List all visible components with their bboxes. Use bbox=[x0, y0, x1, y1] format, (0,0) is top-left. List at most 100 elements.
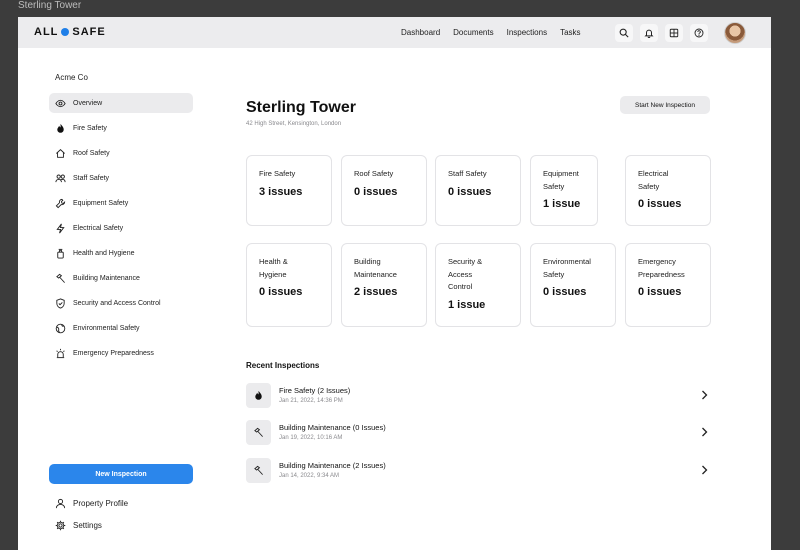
category-card-emergency-preparedness[interactable]: Emergency Preparedness 0 issues bbox=[625, 243, 711, 327]
category-card-environmental-safety[interactable]: Environmental Safety 0 issues bbox=[530, 243, 616, 327]
gear-icon bbox=[55, 520, 66, 531]
nav-dashboard[interactable]: Dashboard bbox=[401, 28, 440, 38]
siren-icon bbox=[56, 348, 65, 358]
sidebar-item-emergency-preparedness[interactable]: Emergency Preparedness bbox=[49, 343, 193, 363]
start-new-inspection-button[interactable]: Start New Inspection bbox=[620, 96, 710, 114]
category-card-equipment-safety[interactable]: Equipment Safety 1 issue bbox=[530, 155, 598, 226]
property-profile-label: Property Profile bbox=[73, 499, 129, 508]
sidebar-item-roof-safety[interactable]: Roof Safety bbox=[49, 143, 193, 163]
sidebar-item-building-maintenance[interactable]: Building Maintenance bbox=[49, 268, 193, 288]
people-icon bbox=[55, 174, 66, 182]
brand-logo[interactable]: ALL SAFE bbox=[34, 26, 106, 38]
sidebar-item-label: Equipment Safety bbox=[73, 199, 129, 207]
card-count: 1 issue bbox=[543, 198, 581, 210]
nav-tasks[interactable]: Tasks bbox=[560, 28, 580, 38]
main-nav: Dashboard Documents Inspections Tasks bbox=[401, 28, 594, 38]
category-card-building-maintenance[interactable]: Building Maintenance 2 issues bbox=[341, 243, 427, 327]
card-name: Roof Safety bbox=[354, 169, 394, 178]
flame-icon bbox=[57, 123, 64, 133]
house-icon bbox=[56, 148, 65, 158]
card-name: Environmental Safety bbox=[543, 257, 591, 279]
help-icon[interactable] bbox=[690, 24, 708, 42]
sidebar-item-overview[interactable]: Overview bbox=[49, 93, 193, 113]
card-name: Electrical Safety bbox=[638, 169, 669, 191]
brand-dot bbox=[61, 28, 70, 36]
card-count: 2 issues bbox=[354, 286, 398, 298]
recent-inspection-title: Fire Safety (2 Issues) bbox=[279, 386, 351, 395]
window-title: Sterling Tower bbox=[18, 0, 82, 11]
nav-documents[interactable]: Documents bbox=[453, 28, 493, 38]
brand-left: ALL bbox=[34, 26, 59, 38]
recent-inspection-item[interactable]: Building Maintenance (0 Issues) Jan 19, … bbox=[246, 418, 710, 446]
chevron-right-icon[interactable] bbox=[698, 464, 710, 476]
recent-inspection-date: Jan 21, 2022, 14:36 PM bbox=[279, 398, 343, 404]
sidebar: Acme Co Overview Fire Safety Roof Safety… bbox=[49, 48, 194, 550]
property-profile-link[interactable]: Property Profile bbox=[55, 498, 128, 509]
recent-inspection-title: Building Maintenance (0 Issues) bbox=[279, 423, 386, 432]
shield-icon bbox=[56, 297, 65, 309]
property-address: 42 High Street, Kensington, London bbox=[246, 121, 342, 127]
user-avatar[interactable] bbox=[724, 22, 746, 44]
category-card-roof-safety[interactable]: Roof Safety 0 issues bbox=[341, 155, 427, 226]
hammer-icon bbox=[56, 273, 65, 283]
wrench-icon bbox=[55, 198, 66, 208]
recent-inspection-item[interactable]: Building Maintenance (2 Issues) Jan 14, … bbox=[246, 456, 710, 484]
search-icon[interactable] bbox=[615, 24, 633, 42]
sidebar-item-label: Fire Safety bbox=[73, 124, 107, 132]
sidebar-item-label: Security and Access Control bbox=[73, 299, 161, 307]
card-count: 3 issues bbox=[259, 185, 303, 198]
category-card-staff-safety[interactable]: Staff Safety 0 issues bbox=[435, 155, 521, 226]
category-card-health-hygiene[interactable]: Health & Hygiene 0 issues bbox=[246, 243, 332, 327]
card-name: Security & Access Control bbox=[448, 257, 483, 291]
card-count: 0 issues bbox=[638, 198, 682, 210]
nav-inspections[interactable]: Inspections bbox=[507, 28, 547, 38]
card-name: Staff Safety bbox=[448, 169, 487, 178]
chevron-right-icon[interactable] bbox=[698, 426, 710, 438]
sidebar-item-electrical-safety[interactable]: Electrical Safety bbox=[49, 218, 193, 238]
eye-icon bbox=[55, 99, 66, 107]
sidebar-item-staff-safety[interactable]: Staff Safety bbox=[49, 168, 193, 188]
settings-link[interactable]: Settings bbox=[55, 520, 102, 531]
bell-icon[interactable] bbox=[640, 24, 658, 42]
bottle-icon bbox=[57, 248, 64, 259]
card-name: Health & Hygiene bbox=[259, 257, 288, 279]
category-card-electrical-safety[interactable]: Electrical Safety 0 issues bbox=[625, 155, 711, 226]
top-bar: ALL SAFE Dashboard Documents Inspections… bbox=[18, 17, 771, 48]
sidebar-item-label: Staff Safety bbox=[73, 174, 110, 182]
card-count: 0 issues bbox=[448, 185, 492, 198]
card-count: 0 issues bbox=[543, 286, 587, 298]
sidebar-item-label: Environmental Safety bbox=[73, 324, 140, 332]
globe-icon bbox=[55, 323, 66, 333]
sidebar-item-equipment-safety[interactable]: Equipment Safety bbox=[49, 193, 193, 213]
grid-icon[interactable] bbox=[665, 24, 683, 42]
app-window: ALL SAFE Dashboard Documents Inspections… bbox=[18, 17, 771, 550]
card-count: 0 issues bbox=[259, 286, 303, 298]
company-name: Acme Co bbox=[55, 73, 88, 82]
card-count: 1 issue bbox=[448, 298, 486, 311]
hammer-icon bbox=[246, 419, 271, 445]
chevron-right-icon[interactable] bbox=[698, 389, 710, 401]
recent-inspections-title: Recent Inspections bbox=[246, 361, 320, 370]
sidebar-item-label: Emergency Preparedness bbox=[73, 349, 154, 357]
sidebar-item-label: Roof Safety bbox=[73, 149, 110, 157]
recent-inspection-item[interactable]: Fire Safety (2 Issues) Jan 21, 2022, 14:… bbox=[246, 381, 710, 409]
category-card-fire-safety[interactable]: Fire Safety 3 issues bbox=[246, 155, 332, 226]
card-name: Equipment Safety bbox=[543, 169, 579, 191]
sidebar-item-label: Overview bbox=[73, 99, 103, 107]
page-title: Sterling Tower bbox=[246, 99, 356, 116]
card-name: Building Maintenance bbox=[354, 257, 397, 279]
sidebar-item-fire-safety[interactable]: Fire Safety bbox=[49, 118, 193, 138]
sidebar-item-label: Electrical Safety bbox=[73, 224, 124, 232]
sidebar-item-environmental-safety[interactable]: Environmental Safety bbox=[49, 318, 193, 338]
new-inspection-button[interactable]: New Inspection bbox=[49, 464, 193, 484]
sidebar-item-security-access[interactable]: Security and Access Control bbox=[49, 293, 193, 313]
card-count: 0 issues bbox=[354, 185, 398, 198]
sidebar-item-label: Building Maintenance bbox=[73, 274, 140, 282]
card-name: Emergency Preparedness bbox=[638, 257, 685, 279]
category-card-security-access[interactable]: Security & Access Control 1 issue bbox=[435, 243, 521, 327]
recent-inspection-title: Building Maintenance (2 Issues) bbox=[279, 461, 386, 470]
sidebar-item-label: Health and Hygiene bbox=[73, 249, 135, 257]
hammer-icon bbox=[246, 457, 271, 483]
sidebar-item-health-hygiene[interactable]: Health and Hygiene bbox=[49, 243, 193, 263]
bolt-icon bbox=[56, 223, 65, 233]
